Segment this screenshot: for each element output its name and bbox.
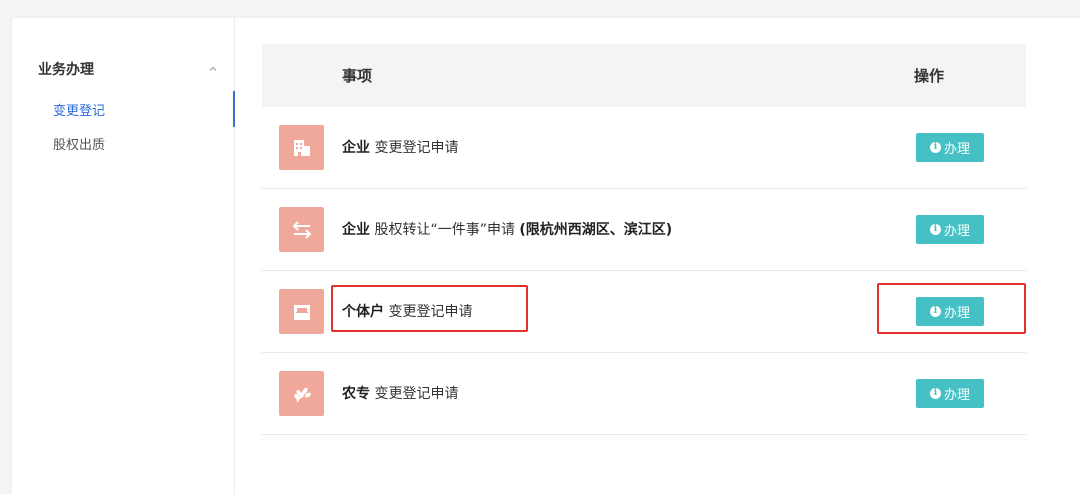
matter-description: 股权转让“一件事”申请 <box>370 222 520 238</box>
info-icon: i <box>929 224 941 235</box>
info-icon: i <box>929 142 941 153</box>
process-button[interactable]: i 办理 <box>916 133 984 162</box>
sidebar-item-label: 变更登记 <box>53 103 106 119</box>
table-row: 农专 变更登记申请 i 办理 <box>262 353 1026 435</box>
process-button[interactable]: i 办理 <box>916 297 984 326</box>
column-header-matter: 事项 <box>342 67 373 85</box>
info-icon: i <box>929 306 941 317</box>
column-header-operation: 操作 <box>914 67 945 85</box>
sidebar: 业务办理 变更登记 股权出质 <box>12 18 235 494</box>
matter-description: 变更登记申请 <box>370 386 459 402</box>
main-card: 业务办理 变更登记 股权出质 事项 操作 企业 变更登记申请 i 办理 企业 股… <box>12 18 1080 494</box>
building-icon <box>279 125 324 170</box>
table-row: 企业 股权转让“一件事”申请 (限杭州西湖区、滨江区) i 办理 <box>262 189 1026 271</box>
matter-text: 企业 变更登记申请 <box>342 137 458 157</box>
table-row: 个体户 变更登记申请 i 办理 <box>262 271 1026 353</box>
matter-region-note: (限杭州西湖区、滨江区) <box>519 222 673 238</box>
matter-subject: 个体户 <box>342 304 384 320</box>
process-button-label: 办理 <box>943 224 970 239</box>
matter-text: 农专 变更登记申请 <box>342 383 458 403</box>
process-button[interactable]: i 办理 <box>916 379 984 408</box>
process-button-label: 办理 <box>943 388 970 403</box>
table-header: 事项 操作 <box>262 44 1026 107</box>
shop-icon <box>279 289 324 334</box>
sidebar-item-change-registration[interactable]: 变更登记 <box>12 91 235 127</box>
matter-text: 企业 股权转让“一件事”申请 (限杭州西湖区、滨江区) <box>342 219 672 239</box>
sidebar-item-equity-pledge[interactable]: 股权出质 <box>12 131 234 155</box>
matter-text: 个体户 变更登记申请 <box>342 301 472 321</box>
process-button-label: 办理 <box>943 142 970 157</box>
matter-subject: 农专 <box>342 386 370 402</box>
sidebar-item-label: 股权出质 <box>53 137 106 153</box>
chevron-up-icon <box>209 66 217 71</box>
matter-description: 变更登记申请 <box>370 140 459 156</box>
sidebar-group-business[interactable]: 业务办理 <box>38 58 218 80</box>
matters-table: 事项 操作 企业 变更登记申请 i 办理 企业 股权转让“一件事”申请 (限杭州… <box>262 44 1026 435</box>
matter-description: 变更登记申请 <box>384 304 473 320</box>
process-button-label: 办理 <box>943 306 970 321</box>
wheat-icon <box>279 371 324 416</box>
process-button[interactable]: i 办理 <box>916 215 984 244</box>
matter-subject: 企业 <box>342 222 370 238</box>
sidebar-group-label: 业务办理 <box>38 62 94 78</box>
matter-subject: 企业 <box>342 140 370 156</box>
transfer-arrows-icon <box>279 207 324 252</box>
info-icon: i <box>929 388 941 399</box>
table-row: 企业 变更登记申请 i 办理 <box>262 107 1026 189</box>
